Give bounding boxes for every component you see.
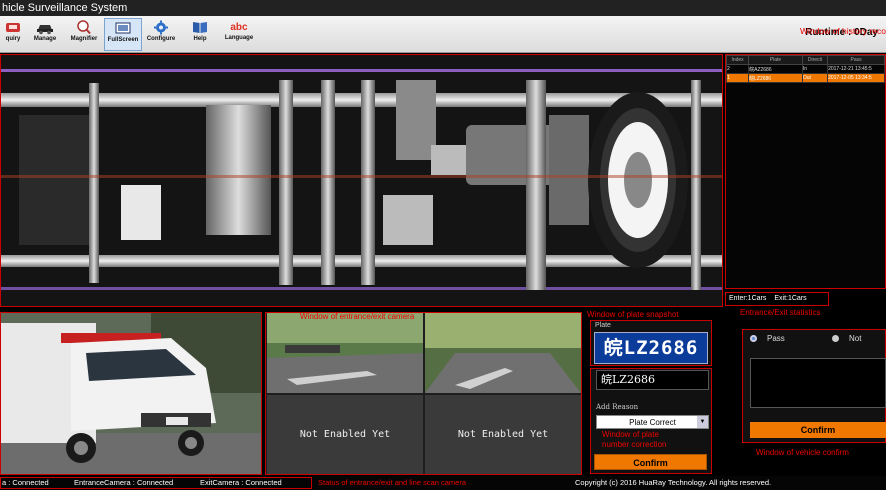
language-button[interactable]: abc Language [220,18,258,51]
truck-snapshot-image [1,313,261,474]
row-plate: 皖LZ2686 [748,73,803,83]
abc-icon: abc [230,22,248,33]
entrance-camera-image [267,313,423,393]
exit-not-enabled: Not Enabled Yet [425,395,581,474]
magnifier-icon [77,20,91,35]
window-title: hicle Surveillance System [0,0,886,16]
gear-icon [154,20,168,35]
copyright-text: Copyright (c) 2016 HuaRay Technology. Al… [575,478,772,487]
configure-button[interactable]: Configure [142,18,180,51]
col-index[interactable]: Index [726,55,750,65]
vehicle-camera-view[interactable] [0,312,262,475]
magnifier-label: Magnifier [70,36,98,42]
car-manage-icon [37,25,53,35]
query-label: quiry [5,36,21,42]
chevron-down-icon[interactable]: ▼ [697,416,708,428]
undercarriage-image [1,55,722,306]
configure-label: Configure [146,36,176,42]
query-icon [6,23,20,32]
exit-camera-image [425,313,581,393]
vehicle-confirm-button[interactable]: Confirm [750,422,886,438]
plate-correction-annotation-line2: number correction [602,440,667,449]
vehicle-confirm-annotation: Window of vehicle confirm [756,448,849,457]
manage-button[interactable]: Manage [26,18,64,51]
table-row-selected[interactable]: 1 皖LZ2686 Out 2017-12-05 13:34:5 [726,73,885,83]
plate-correction-annotation: Window of plate number correction [602,430,666,450]
exit-count: Exit:1Cars [774,295,807,302]
magnifier-button[interactable]: Magnifier [65,18,103,51]
row-time: 2017-12-05 13:34:5 [827,73,885,83]
plate-number-input[interactable]: 皖LZ2686 [596,370,709,390]
help-button[interactable]: Help [181,18,219,51]
entrance-exit-camera-annotation: Window of entrance/exit camera [300,312,415,321]
reason-selected-value: Plate Correct [629,418,676,427]
row-plate: 皖AZ2686 [748,64,803,74]
confirm-remark-input[interactable] [750,358,886,408]
plate-correction-annotation-line1: Window of plate [602,430,659,439]
col-plate[interactable]: Plate [748,55,803,65]
entrance-exit-camera-panel: Not Enabled Yet Not Enabled Yet [265,312,582,475]
col-direction[interactable]: Directi [801,55,829,65]
fullscreen-icon [115,22,131,34]
entrance-not-enabled: Not Enabled Yet [267,395,423,474]
language-label: Language [224,35,254,41]
row-index: 1 [726,73,750,83]
history-window-annotation: Window of history reco [800,26,886,36]
fullscreen-button[interactable]: FullScreen [104,18,142,51]
entrance-camera-view[interactable] [267,313,423,393]
reason-select[interactable]: Plate Correct ▼ [596,415,709,429]
col-pass-time[interactable]: Pass [827,55,885,65]
row-index: 2 [726,64,750,74]
car-count-bar: Enter:1Cars Exit:1Cars [725,292,829,306]
line-scan-view[interactable] [0,54,723,307]
history-header-row: Index Plate Directi Pass [726,55,885,65]
book-icon [193,22,207,33]
radio-dot-icon [750,335,757,343]
table-row[interactable]: 2 皖AZ2686 In 2017-12-21 13:45:5 [726,64,885,74]
row-direction: In [801,64,829,74]
exit-camera-view[interactable] [425,313,581,393]
not-radio[interactable]: Not [832,334,861,343]
not-radio-label: Not [849,334,862,343]
history-records-panel[interactable]: Index Plate Directi Pass 2 皖AZ2686 In 20… [725,54,886,289]
plate-confirm-button[interactable]: Confirm [594,454,707,470]
radio-dot-icon [832,335,839,343]
history-table: Index Plate Directi Pass 2 皖AZ2686 In 20… [726,55,885,83]
add-reason-label: Add Reason [596,403,639,411]
help-label: Help [193,36,207,42]
status-highlight-box [0,477,312,489]
entrance-exit-stats-annotation: Entrance/Exit statistics [740,308,821,317]
plate-tag-label: Plate [595,322,611,329]
row-direction: Out [801,73,829,83]
plate-snapshot-annotation: Window of plate snapshot [587,310,679,319]
pass-radio[interactable]: Pass [750,334,785,343]
row-time: 2017-12-21 13:45:5 [827,64,885,74]
toolbar: quiry Manage Magnifier FullScreen Config… [0,16,886,53]
fullscreen-label: FullScreen [107,37,139,43]
manage-label: Manage [33,36,57,42]
enter-count: Enter:1Cars [729,295,767,302]
pass-radio-label: Pass [767,334,785,343]
plate-snapshot-image: 皖LZ2686 [594,332,708,364]
status-annotation: Status of entrance/exit and line scan ca… [318,478,467,487]
